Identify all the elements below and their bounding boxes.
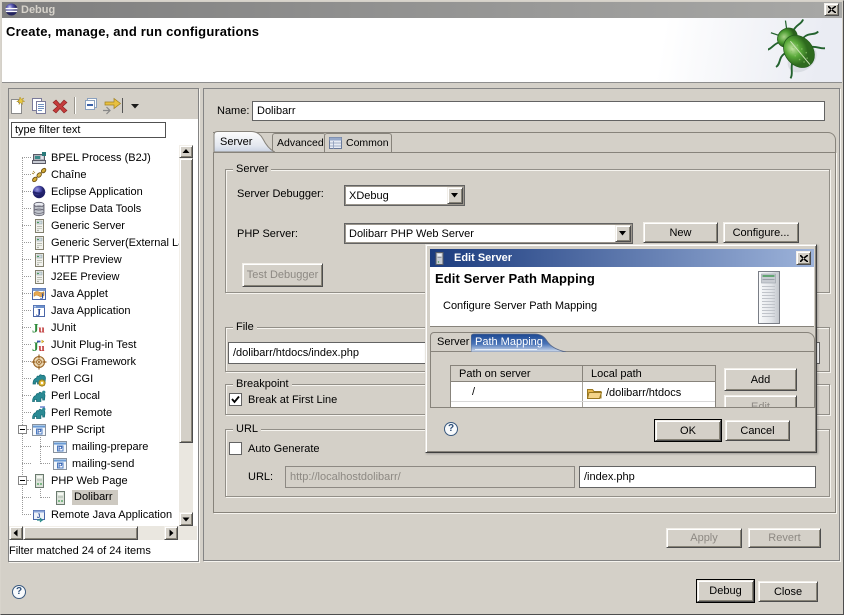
svg-text:u: u	[39, 342, 45, 353]
svg-text:J: J	[37, 514, 40, 520]
svg-text:P: P	[37, 428, 42, 435]
svg-text:J: J	[36, 307, 41, 318]
svg-text:J: J	[40, 292, 44, 301]
svg-text:u: u	[39, 323, 45, 335]
svg-text:P: P	[58, 462, 63, 469]
svg-text:P: P	[58, 445, 63, 452]
